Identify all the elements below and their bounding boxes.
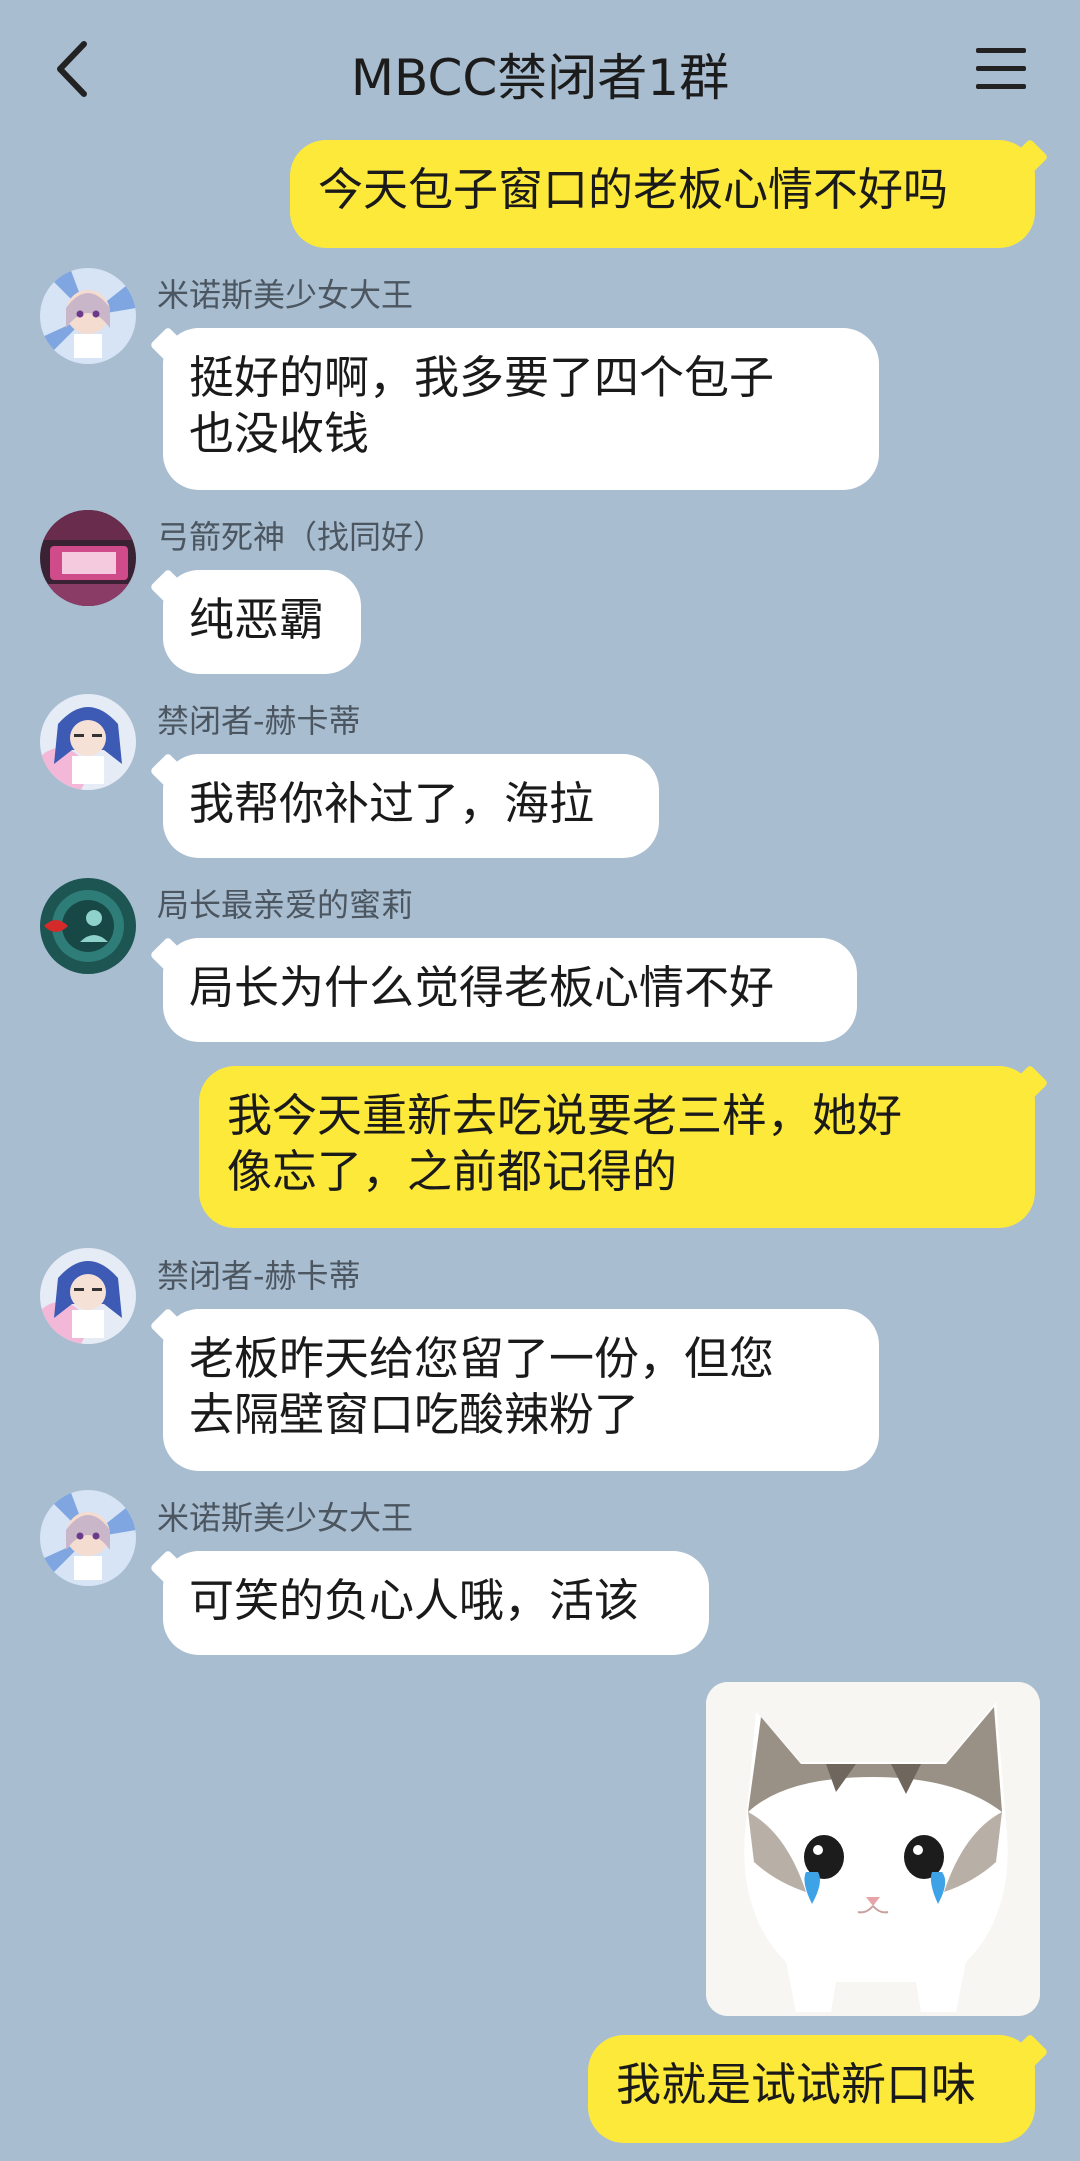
message-incoming[interactable]: 我帮你补过了，海拉 [163, 754, 659, 858]
chat-title: MBCC禁闭者1群 [350, 49, 730, 107]
avatar[interactable] [40, 510, 136, 606]
chat-header: MBCC禁闭者1群 [0, 0, 1080, 140]
sender-name: 局长最亲爱的蜜莉 [157, 886, 414, 924]
avatar[interactable] [40, 878, 136, 974]
sender-name: 弓箭死神（找同好） [157, 518, 446, 556]
message-incoming[interactable]: 老板昨天给您留了一份，但您 去隔壁窗口吃酸辣粉了 [163, 1309, 879, 1471]
sender-name: 米诺斯美少女大王 [157, 1499, 414, 1537]
avatar[interactable] [40, 1490, 136, 1586]
menu-button[interactable] [972, 42, 1030, 96]
message-outgoing[interactable]: 今天包子窗口的老板心情不好吗 [290, 140, 1035, 248]
message-incoming[interactable]: 挺好的啊，我多要了四个包子 也没收钱 [163, 328, 879, 490]
message-incoming[interactable]: 可笑的负心人哦，活该 [163, 1551, 709, 1655]
message-outgoing[interactable]: 我今天重新去吃说要老三样，她好 像忘了，之前都记得的 [199, 1066, 1035, 1228]
sender-name: 米诺斯美少女大王 [157, 276, 414, 314]
crying-cat-sticker[interactable] [706, 1682, 1040, 2016]
sender-name: 禁闭者-赫卡蒂 [157, 702, 361, 740]
message-incoming[interactable]: 纯恶霸 [163, 570, 361, 674]
avatar[interactable] [40, 1248, 136, 1344]
message-outgoing[interactable]: 我就是试试新口味 [588, 2035, 1035, 2143]
message-incoming[interactable]: 局长为什么觉得老板心情不好 [163, 938, 857, 1042]
avatar[interactable] [40, 268, 136, 364]
avatar[interactable] [40, 694, 136, 790]
sender-name: 禁闭者-赫卡蒂 [157, 1257, 361, 1295]
hamburger-menu-icon [976, 48, 1026, 89]
